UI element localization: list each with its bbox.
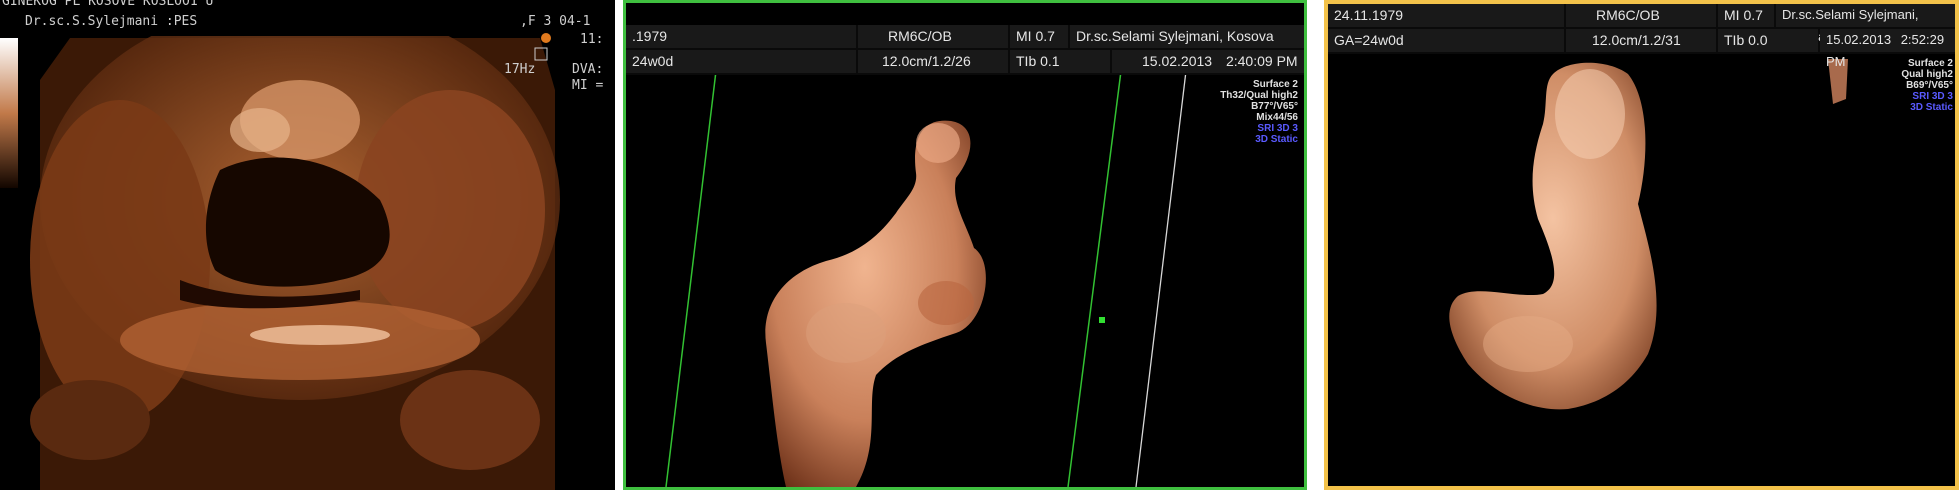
probe-field: RM6C/OB xyxy=(1566,4,1716,27)
date-time-field: 15.02.2013 2:40:09 PM xyxy=(1112,50,1304,73)
patient-line: Dr.sc.S.Sylejmani :PES xyxy=(25,14,198,29)
frequency-label: 17Hz xyxy=(504,62,536,77)
mi-label: MI = xyxy=(572,78,604,93)
mi-field: MI 0.7 xyxy=(1010,25,1068,48)
render-setting: B69°/V65° xyxy=(1906,80,1953,91)
info-header: 24.11.1979 RM6C/OB MI 0.7 Dr.sc.Selami S… xyxy=(1328,4,1955,69)
dob-field: .1979 xyxy=(626,25,856,48)
render-setting: SRI 3D 3 xyxy=(1912,91,1953,102)
render-setting: Th32/Qual high2 xyxy=(1220,90,1298,101)
render-setting: Surface 2 xyxy=(1252,79,1298,90)
ga-field: 24w0d xyxy=(626,50,856,73)
ultrasound-2d-panel: GINEKOG PL KOSOVE KOSLOO1 U ,F 3 04-1 11… xyxy=(0,0,615,490)
dva-label: DVA: xyxy=(572,62,604,77)
doctor-field: Dr.sc.Selami Sylejmani, Kosova xyxy=(1070,25,1304,48)
probe-field: RM6C/OB xyxy=(858,25,1008,48)
render-setting: 3D Static xyxy=(1910,102,1953,113)
ultrasound-3d-render-1 xyxy=(626,3,1304,487)
render-setting: B77°/V65° xyxy=(1251,101,1298,112)
render-setting: Surface 2 xyxy=(1907,58,1953,69)
render-setting: SRI 3D 3 xyxy=(1257,123,1298,134)
date-value: 15.02.2013 xyxy=(1826,32,1892,47)
render-setting: 3D Static xyxy=(1255,134,1298,145)
render-setting: Qual high2 xyxy=(1901,69,1953,80)
date-value: 15.02.2013 xyxy=(1142,53,1213,69)
depth-field: 12.0cm/1.2/31 xyxy=(1566,29,1716,52)
ga-field: GA=24w0d xyxy=(1328,29,1564,52)
time-value: 2:40:09 PM xyxy=(1225,53,1298,69)
header-line: GINEKOG PL KOSOVE KOSLOO1 U xyxy=(2,0,214,9)
ultrasound-3d-panel-2: 24.11.1979 RM6C/OB MI 0.7 Dr.sc.Selami S… xyxy=(1324,0,1959,490)
ultrasound-3d-panel-1: .1979 RM6C/OB MI 0.7 Dr.sc.Selami Sylejm… xyxy=(623,0,1307,490)
header-line-right: ,F 3 04-1 xyxy=(520,14,591,29)
tib-field: TIb 0.1 xyxy=(1010,50,1110,73)
depth-field: 12.0cm/1.2/26 xyxy=(858,50,1008,73)
ultrasound-3d-render-2 xyxy=(1328,4,1955,486)
render-setting: Mix44/56 xyxy=(1256,112,1298,123)
doctor-field: Dr.sc.Selami Sylejmani, Kosova xyxy=(1776,4,1955,44)
render-settings: Surface 2 Qual high2 B69°/V65° SRI 3D 3 … xyxy=(1901,58,1953,113)
dob-field: 24.11.1979 xyxy=(1328,4,1564,27)
tib-field: TIb 0.0 xyxy=(1718,29,1818,52)
mi-field: MI 0.7 xyxy=(1718,4,1774,27)
date-time-field: 15.02.2013 2:52:29 PM xyxy=(1820,29,1955,69)
render-settings: Surface 2 Th32/Qual high2 B77°/V65° Mix4… xyxy=(1220,79,1298,145)
time-fragment: 11: xyxy=(580,32,604,47)
info-header: .1979 RM6C/OB MI 0.7 Dr.sc.Selami Sylejm… xyxy=(626,25,1304,75)
